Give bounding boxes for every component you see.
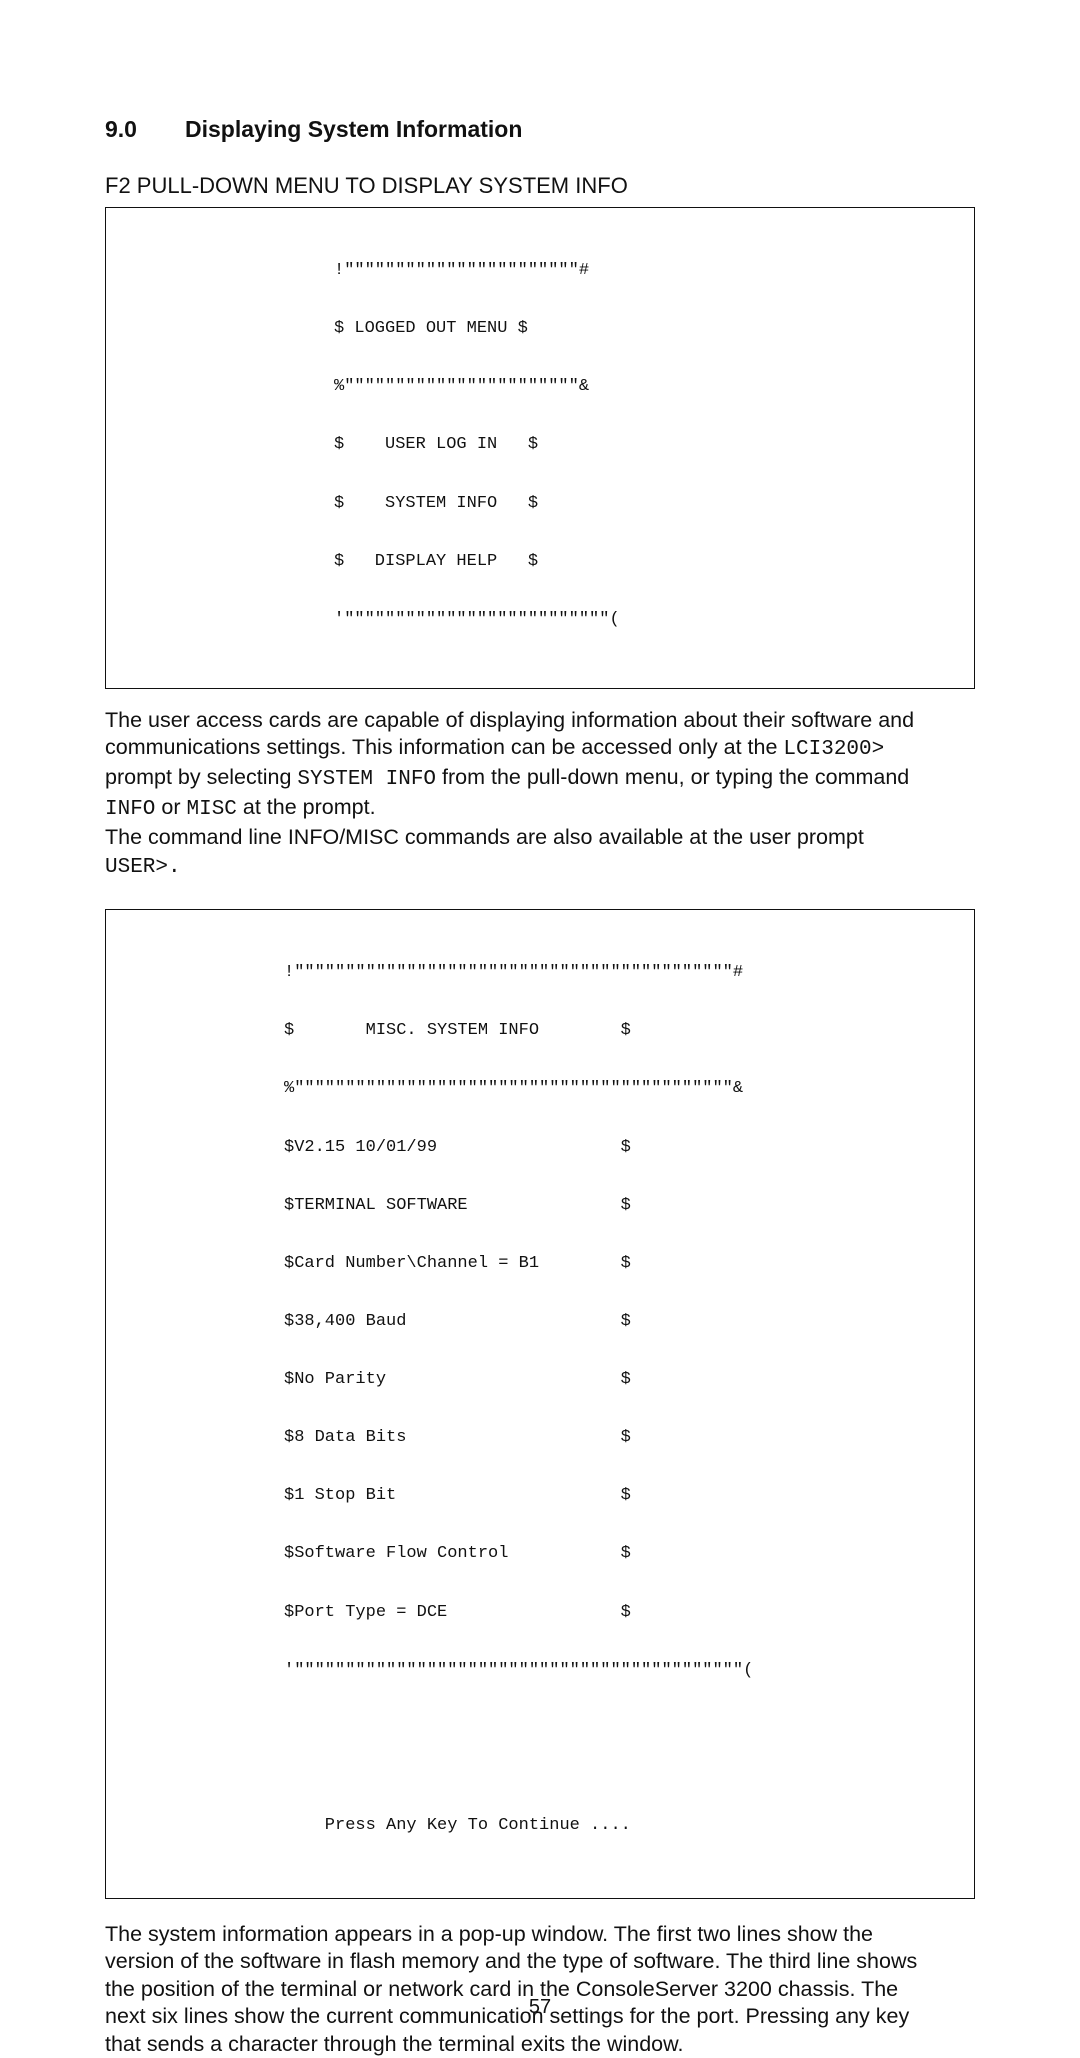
info-port-type: $Port Type = DCE $ (284, 1603, 956, 1622)
terminal-line: '"""""""""""""""""""""""""""""""""""""""… (284, 1661, 956, 1680)
paragraph: The user access cards are capable of dis… (105, 707, 975, 882)
section-number: 9.0 (105, 115, 157, 144)
body-text: The user access cards are capable of dis… (105, 708, 914, 732)
inline-code: INFO (105, 798, 155, 821)
terminal-line: !"""""""""""""""""""""""# (334, 261, 956, 280)
body-text: that sends a character through the termi… (105, 2032, 683, 2056)
terminal-misc-system-info: !"""""""""""""""""""""""""""""""""""""""… (105, 909, 975, 1898)
page-number: 57 (0, 1995, 1080, 2020)
info-card-channel: $Card Number\Channel = B1 $ (284, 1254, 956, 1273)
menu-item-user-log-in: $ USER LOG IN $ (334, 435, 956, 454)
info-data-bits: $8 Data Bits $ (284, 1428, 956, 1447)
body-text: The command line INFO/MISC commands are … (105, 825, 864, 849)
info-flow-control: $Software Flow Control $ (284, 1544, 956, 1563)
body-text: The system information appears in a pop-… (105, 1922, 873, 1946)
inline-code: MISC (187, 798, 237, 821)
body-text: prompt by selecting (105, 765, 297, 789)
terminal-line: !"""""""""""""""""""""""""""""""""""""""… (284, 963, 956, 982)
info-parity: $No Parity $ (284, 1370, 956, 1389)
body-text: from the pull-down menu, or typing the c… (436, 765, 909, 789)
terminal-logged-out-menu: !"""""""""""""""""""""""# $ LOGGED OUT M… (105, 207, 975, 689)
press-any-key: Press Any Key To Continue .... (284, 1816, 956, 1835)
inline-code: LCI3200> (783, 738, 884, 761)
inline-code: USER>. (105, 856, 181, 879)
terminal-line: '""""""""""""""""""""""""""( (334, 610, 956, 629)
menu-item-display-help: $ DISPLAY HELP $ (334, 552, 956, 571)
body-text: at the prompt. (237, 795, 376, 819)
body-text: or (155, 795, 186, 819)
terminal-line: %"""""""""""""""""""""""""""""""""""""""… (284, 1079, 956, 1098)
section-heading: 9.0 Displaying System Information (105, 115, 975, 144)
panel-title: $ MISC. SYSTEM INFO $ (284, 1021, 956, 1040)
inline-code: SYSTEM INFO (297, 768, 436, 791)
section-title: Displaying System Information (185, 115, 522, 144)
paragraph: The system information appears in a pop-… (105, 1921, 975, 2058)
info-baud: $38,400 Baud $ (284, 1312, 956, 1331)
info-stop-bit: $1 Stop Bit $ (284, 1486, 956, 1505)
menu-title: $ LOGGED OUT MENU $ (334, 319, 956, 338)
menu-item-system-info: $ SYSTEM INFO $ (334, 494, 956, 513)
subheading: F2 PULL-DOWN MENU TO DISPLAY SYSTEM INFO (105, 172, 975, 200)
terminal-line: %"""""""""""""""""""""""& (334, 377, 956, 396)
info-version: $V2.15 10/01/99 $ (284, 1138, 956, 1157)
info-software-type: $TERMINAL SOFTWARE $ (284, 1196, 956, 1215)
body-text: version of the software in flash memory … (105, 1949, 917, 1973)
body-text: communications settings. This informatio… (105, 735, 783, 759)
